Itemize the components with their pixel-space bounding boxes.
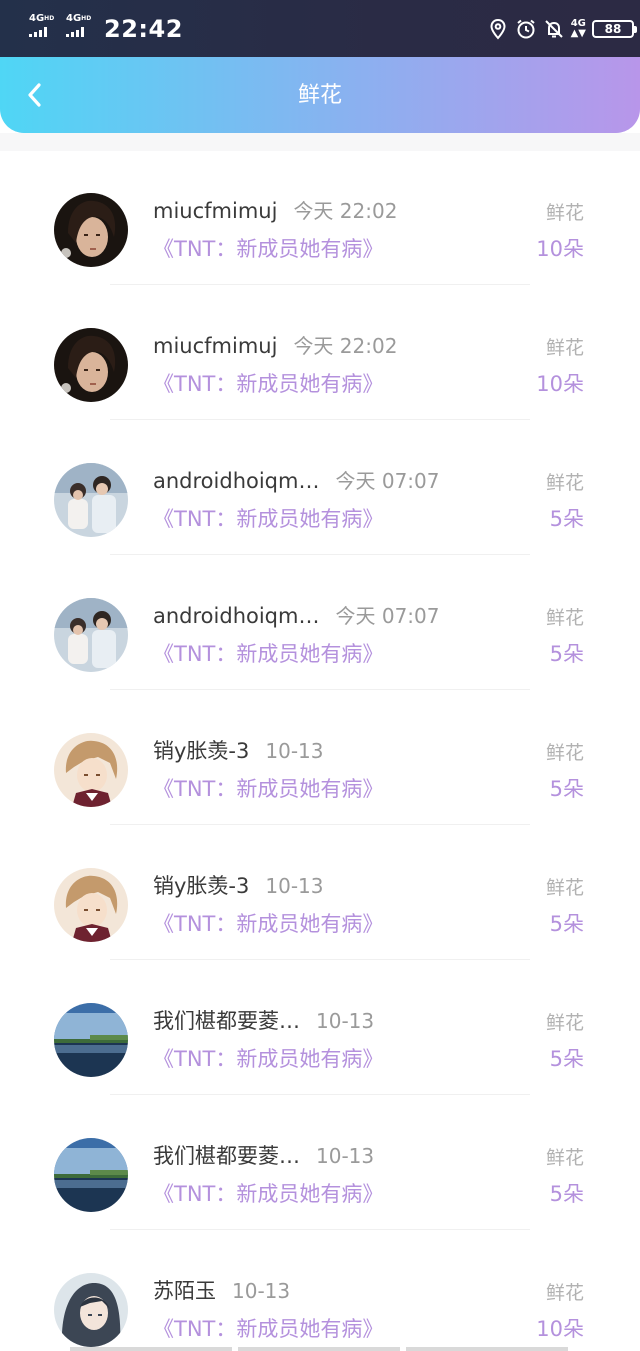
gift-count: 5朵 [549, 642, 584, 666]
location-icon [490, 18, 506, 40]
list-item[interactable]: 销y胀羡-3 10-13 《TNT：新成员她有病》 鲜花 5朵 [0, 826, 640, 961]
user-name: miucfmimuj [153, 199, 278, 223]
avatar[interactable] [54, 1273, 128, 1347]
status-time: 22:42 [104, 15, 183, 43]
list-item[interactable]: 我们椹都要菱… 10-13 《TNT：新成员她有病》 鲜花 5朵 [0, 961, 640, 1096]
anime-girl-avatar-image [54, 1273, 128, 1347]
divider [110, 689, 530, 690]
header-bar: 鲜花 [0, 57, 640, 133]
bottom-scroll-indicator [70, 1347, 568, 1351]
book-title: 《TNT：新成员她有病》 [153, 912, 384, 936]
book-title: 《TNT：新成员她有病》 [153, 1047, 384, 1071]
gift-count: 10朵 [536, 237, 584, 261]
page-title: 鲜花 [297, 83, 342, 108]
anime-boy-avatar-image [54, 868, 128, 942]
lake-landscape-avatar-image [54, 1138, 128, 1212]
gift-time: 10-13 [265, 874, 324, 898]
user-name: 我们椹都要菱… [153, 1009, 300, 1033]
gift-count: 5朵 [549, 507, 584, 531]
list-item[interactable]: androidhoiqm… 今天 07:07 《TNT：新成员她有病》 鲜花 5… [0, 556, 640, 691]
book-title: 《TNT：新成员她有病》 [153, 507, 384, 531]
signal-4g-1: 4GHD [29, 14, 54, 37]
divider [110, 959, 530, 960]
user-name: 苏陌玉 [153, 1279, 216, 1303]
divider [110, 824, 530, 825]
user-name: androidhoiqm… [153, 469, 320, 493]
gift-time: 10-13 [316, 1144, 375, 1168]
avatar[interactable] [54, 1138, 128, 1212]
signal-bars-icon [66, 27, 84, 37]
couple-photo-avatar-image [54, 598, 128, 672]
avatar[interactable] [54, 733, 128, 807]
avatar[interactable] [54, 598, 128, 672]
list-item[interactable]: miucfmimuj 今天 22:02 《TNT：新成员她有病》 鲜花 10朵 [0, 151, 640, 286]
user-name: 销y胀羡-3 [153, 874, 250, 898]
dark-hair-boy-avatar-image [54, 328, 128, 402]
alarm-icon [516, 19, 535, 39]
divider [110, 419, 530, 420]
divider [110, 554, 530, 555]
gift-count: 10朵 [536, 1317, 584, 1341]
user-name: 我们椹都要菱… [153, 1144, 300, 1168]
flower-record-list: miucfmimuj 今天 22:02 《TNT：新成员她有病》 鲜花 10朵 … [0, 151, 640, 1351]
gift-time: 今天 07:07 [335, 604, 440, 628]
gift-count: 5朵 [549, 1047, 584, 1071]
divider [110, 1229, 530, 1230]
network-4g-icon: 4G ▲▼ [570, 18, 586, 39]
avatar[interactable] [54, 1003, 128, 1077]
user-name: miucfmimuj [153, 334, 278, 358]
gift-type-label: 鲜花 [545, 472, 584, 494]
signal-bars-icon [29, 27, 47, 37]
avatar[interactable] [54, 463, 128, 537]
avatar[interactable] [54, 193, 128, 267]
anime-boy-avatar-image [54, 733, 128, 807]
gift-time: 今天 07:07 [335, 469, 440, 493]
gift-time: 10-13 [265, 739, 324, 763]
gift-type-label: 鲜花 [545, 1012, 584, 1034]
gift-type-label: 鲜花 [545, 1282, 584, 1304]
avatar[interactable] [54, 868, 128, 942]
book-title: 《TNT：新成员她有病》 [153, 1182, 384, 1206]
gift-count: 5朵 [549, 777, 584, 801]
user-name: 销y胀羡-3 [153, 739, 250, 763]
header-separator [0, 133, 640, 151]
gift-type-label: 鲜花 [545, 877, 584, 899]
gift-type-label: 鲜花 [545, 607, 584, 629]
status-bar: 4GHD 4GHD 22:42 4G ▲▼ 88 [0, 0, 640, 57]
gift-type-label: 鲜花 [545, 742, 584, 764]
gift-type-label: 鲜花 [545, 202, 584, 224]
gift-count: 10朵 [536, 372, 584, 396]
divider [110, 1094, 530, 1095]
avatar[interactable] [54, 328, 128, 402]
book-title: 《TNT：新成员她有病》 [153, 1317, 384, 1341]
gift-time: 今天 22:02 [293, 334, 398, 358]
list-item[interactable]: 我们椹都要菱… 10-13 《TNT：新成员她有病》 鲜花 5朵 [0, 1096, 640, 1231]
gift-time: 10-13 [232, 1279, 291, 1303]
couple-photo-avatar-image [54, 463, 128, 537]
dark-hair-boy-avatar-image [54, 193, 128, 267]
list-item[interactable]: miucfmimuj 今天 22:02 《TNT：新成员她有病》 鲜花 10朵 [0, 286, 640, 421]
gift-type-label: 鲜花 [545, 337, 584, 359]
book-title: 《TNT：新成员她有病》 [153, 372, 384, 396]
gift-count: 5朵 [549, 912, 584, 936]
gift-time: 10-13 [316, 1009, 375, 1033]
gift-count: 5朵 [549, 1182, 584, 1206]
mute-bell-icon [544, 20, 563, 38]
lake-landscape-avatar-image [54, 1003, 128, 1077]
list-item[interactable]: 苏陌玉 10-13 《TNT：新成员她有病》 鲜花 10朵 [0, 1231, 640, 1351]
list-item[interactable]: androidhoiqm… 今天 07:07 《TNT：新成员她有病》 鲜花 5… [0, 421, 640, 556]
user-name: androidhoiqm… [153, 604, 320, 628]
gift-type-label: 鲜花 [545, 1147, 584, 1169]
book-title: 《TNT：新成员她有病》 [153, 642, 384, 666]
divider [110, 284, 530, 285]
gift-time: 今天 22:02 [293, 199, 398, 223]
list-item[interactable]: 销y胀羡-3 10-13 《TNT：新成员她有病》 鲜花 5朵 [0, 691, 640, 826]
battery-icon: 88 [592, 20, 637, 38]
signal-4g-2: 4GHD [66, 14, 91, 37]
book-title: 《TNT：新成员她有病》 [153, 777, 384, 801]
book-title: 《TNT：新成员她有病》 [153, 237, 384, 261]
